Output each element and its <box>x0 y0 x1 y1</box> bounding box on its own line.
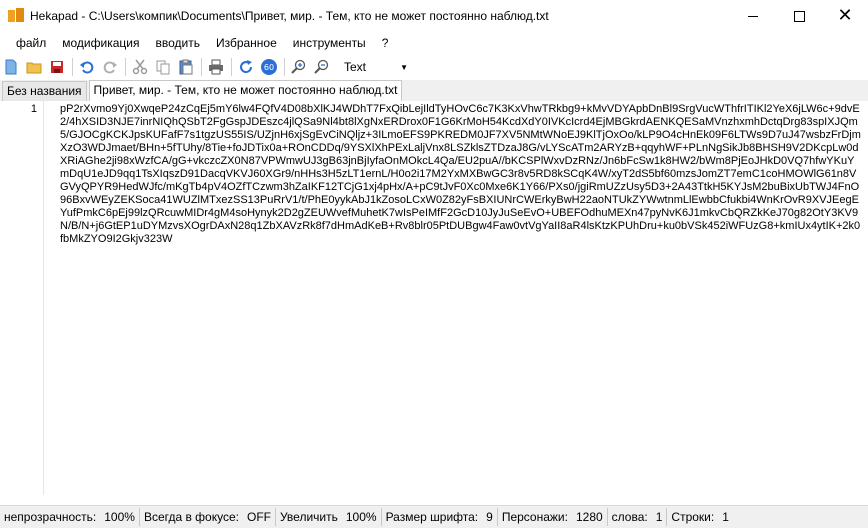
status-always-on-top: Всегда в фокусе: OFF <box>140 508 276 526</box>
status-lines: Строки: 1 <box>667 508 732 526</box>
status-label: Персонажи: <box>501 510 568 524</box>
line-number: 1 <box>30 103 37 115</box>
status-value: 1280 <box>575 510 603 524</box>
cut-button[interactable] <box>129 56 151 78</box>
status-bar: непрозрачность: 100% Всегда в фокусе: OFF … <box>0 505 868 528</box>
title-bar: Hekapad - C:\Users\компик\Documents\Прив… <box>0 0 868 32</box>
status-opacity: непрозрачность: 100% <box>0 508 140 526</box>
print-button[interactable] <box>205 56 227 78</box>
status-value: 1 <box>722 510 729 524</box>
status-value: OFF <box>246 510 271 524</box>
menu-tools[interactable]: инструменты <box>285 32 374 54</box>
zoom-out-button[interactable] <box>311 56 333 78</box>
menu-bar: файл модификация вводить Избранное инстр… <box>0 32 868 54</box>
status-label: Размер шрифта: <box>385 510 479 524</box>
status-label: слова: <box>611 510 648 524</box>
paste-button[interactable] <box>175 56 197 78</box>
redo-button[interactable] <box>99 56 121 78</box>
redo-icon <box>103 61 117 74</box>
status-zoom: Увеличить 100% <box>276 508 382 526</box>
open-folder-icon <box>26 62 42 74</box>
undo-button[interactable] <box>76 56 98 78</box>
status-label: Всегда в фокусе: <box>143 510 239 524</box>
toolbar-separator <box>201 58 202 76</box>
menu-edit[interactable]: модификация <box>54 32 147 54</box>
new-file-button[interactable] <box>0 56 22 78</box>
close-icon: ✕ <box>837 5 853 26</box>
close-button[interactable]: ✕ <box>822 0 868 32</box>
status-label: непрозрачность: <box>4 510 97 524</box>
refresh-button[interactable] <box>235 56 257 78</box>
status-value: 9 <box>486 510 493 524</box>
menu-insert[interactable]: вводить <box>147 32 207 54</box>
document-tabs: Без названия Привет, мир. - Тем, кто не … <box>0 80 868 102</box>
status-value: 100% <box>104 510 135 524</box>
toolbar-separator <box>231 58 232 76</box>
zoom-in-button[interactable] <box>288 56 310 78</box>
font-select-value: Text <box>344 60 367 74</box>
zoom-badge-icon: 60 <box>261 59 277 75</box>
maximize-button[interactable] <box>776 0 822 32</box>
open-file-button[interactable] <box>23 56 45 78</box>
status-label: Увеличить <box>279 510 338 524</box>
menu-favorites[interactable]: Избранное <box>208 32 285 54</box>
undo-icon <box>80 61 94 74</box>
hekapad-app-icon[interactable] <box>8 8 24 24</box>
cut-icon <box>132 59 148 75</box>
maximize-icon <box>793 10 805 22</box>
tab-active-document[interactable]: Привет, мир. - Тем, кто не может постоян… <box>88 80 403 101</box>
menu-help[interactable]: ? <box>374 32 397 54</box>
zoom-in-icon <box>291 59 306 74</box>
window-controls: ✕ <box>730 0 868 32</box>
copy-button[interactable] <box>152 56 174 78</box>
editor: 1 pP2rXvmo9Yj0XwqeP24zCqEj5mY6lw4FQfV4D0… <box>0 101 868 495</box>
toolbar-separator <box>284 58 285 76</box>
minimize-icon <box>748 15 758 17</box>
status-value: 100% <box>345 510 377 524</box>
menu-file[interactable]: файл <box>0 32 54 54</box>
tab-untitled[interactable]: Без названия <box>2 81 87 101</box>
status-font-size: Размер шрифта: 9 <box>382 508 498 526</box>
status-words: слова: 1 <box>608 508 668 526</box>
minimize-button[interactable] <box>730 0 776 32</box>
line-number-gutter: 1 <box>0 101 44 495</box>
window-title: Hekapad - C:\Users\компик\Documents\Прив… <box>30 9 549 23</box>
status-value: 1 <box>655 510 663 524</box>
toolbar: 60 Text ▼ <box>0 54 868 80</box>
printer-icon <box>209 59 223 75</box>
zoom-badge-text: 60 <box>264 63 274 72</box>
chevron-down-icon: ▼ <box>400 62 408 72</box>
copy-icon <box>156 60 170 75</box>
save-button[interactable] <box>46 56 68 78</box>
toolbar-separator <box>125 58 126 76</box>
toolbar-separator <box>72 58 73 76</box>
zoom-level-button[interactable]: 60 <box>258 56 280 78</box>
save-icon <box>51 61 63 73</box>
status-label: Строки: <box>671 510 715 524</box>
font-select[interactable]: Text ▼ <box>340 57 412 77</box>
zoom-out-icon <box>314 59 329 74</box>
status-characters: Персонажи: 1280 <box>498 508 608 526</box>
paste-icon <box>179 59 193 75</box>
new-file-icon <box>5 59 17 75</box>
refresh-icon <box>240 60 253 74</box>
text-editor[interactable]: pP2rXvmo9Yj0XwqeP24zCqEj5mY6lw4FQfV4D08b… <box>44 101 868 495</box>
